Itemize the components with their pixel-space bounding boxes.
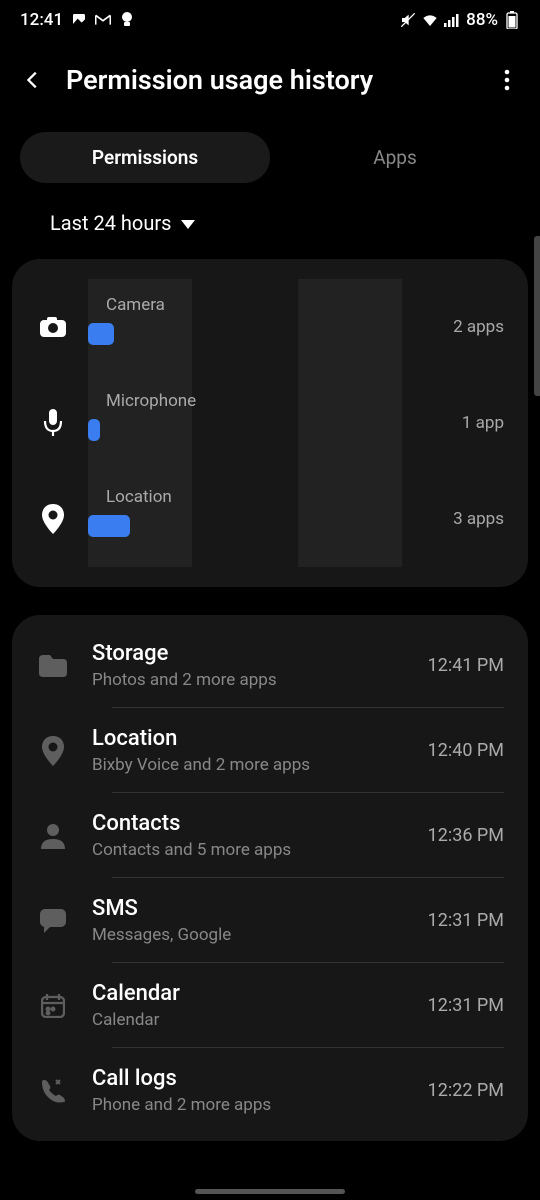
tabs: Permissions Apps	[0, 114, 540, 193]
gmail-icon	[95, 12, 111, 28]
chat-icon	[36, 909, 70, 933]
history-title: Contacts	[92, 811, 406, 836]
image-icon	[71, 12, 87, 28]
tab-apps[interactable]: Apps	[270, 132, 520, 183]
history-item-call-logs[interactable]: Call logs Phone and 2 more apps 12:22 PM	[12, 1048, 528, 1133]
time-filter-dropdown[interactable]: Last 24 hours	[0, 193, 540, 247]
scrollbar[interactable]	[534, 236, 540, 396]
history-title: Calendar	[92, 981, 406, 1006]
filter-label: Last 24 hours	[50, 211, 171, 235]
mute-icon	[400, 12, 416, 28]
history-sub: Phone and 2 more apps	[92, 1095, 406, 1115]
history-sub: Contacts and 5 more apps	[92, 840, 406, 860]
history-time: 12:31 PM	[428, 910, 504, 931]
battery-icon	[504, 12, 520, 28]
history-sub: Calendar	[92, 1010, 406, 1030]
header: Permission usage history	[0, 40, 540, 114]
chart-row-microphone[interactable]: Microphone 1 app	[36, 375, 504, 471]
history-time: 12:36 PM	[428, 825, 504, 846]
chart-count: 2 apps	[434, 317, 504, 337]
camera-icon	[36, 317, 70, 337]
page-title: Permission usage history	[66, 64, 474, 96]
chart-bar	[88, 323, 114, 345]
lightbulb-icon	[119, 12, 135, 28]
history-title: Storage	[92, 641, 406, 666]
tab-permissions[interactable]: Permissions	[20, 132, 270, 183]
history-item-calendar[interactable]: Calendar Calendar 12:31 PM	[12, 963, 528, 1048]
history-title: Location	[92, 726, 406, 751]
history-item-location[interactable]: Location Bixby Voice and 2 more apps 12:…	[12, 708, 528, 793]
history-time: 12:22 PM	[428, 1080, 504, 1101]
status-time: 12:41	[20, 10, 63, 30]
folder-icon	[36, 655, 70, 677]
history-title: Call logs	[92, 1066, 406, 1091]
chart-count: 1 app	[434, 413, 504, 433]
history-time: 12:40 PM	[428, 740, 504, 761]
wifi-icon	[422, 12, 438, 28]
history-sub: Photos and 2 more apps	[92, 670, 406, 690]
calendar-icon	[36, 994, 70, 1018]
history-sub: Messages, Google	[92, 925, 406, 945]
location-pin-icon	[36, 504, 70, 534]
status-bar: 12:41 88%	[0, 0, 540, 40]
chart-label: Microphone	[106, 391, 196, 411]
phone-log-icon	[36, 1078, 70, 1104]
history-item-contacts[interactable]: Contacts Contacts and 5 more apps 12:36 …	[12, 793, 528, 878]
chart-label: Camera	[106, 295, 165, 315]
chart-row-camera[interactable]: Camera 2 apps	[36, 279, 504, 375]
gesture-bar[interactable]	[195, 1189, 345, 1194]
usage-chart-card: Camera 2 apps Microphone 1 app Location …	[12, 259, 528, 587]
microphone-icon	[36, 409, 70, 437]
history-item-storage[interactable]: Storage Photos and 2 more apps 12:41 PM	[12, 623, 528, 708]
history-sub: Bixby Voice and 2 more apps	[92, 755, 406, 775]
chart-bar	[88, 515, 130, 537]
back-button[interactable]	[18, 65, 48, 95]
chart-bar	[88, 419, 100, 441]
more-options-button[interactable]	[492, 65, 522, 95]
history-list: Storage Photos and 2 more apps 12:41 PM …	[12, 615, 528, 1141]
history-title: SMS	[92, 896, 406, 921]
chevron-down-icon	[181, 211, 195, 235]
chart-label: Location	[106, 487, 172, 507]
history-time: 12:31 PM	[428, 995, 504, 1016]
battery-percent: 88%	[466, 10, 498, 30]
person-icon	[36, 823, 70, 849]
history-item-sms[interactable]: SMS Messages, Google 12:31 PM	[12, 878, 528, 963]
signal-icon	[444, 12, 460, 28]
chart-count: 3 apps	[434, 509, 504, 529]
location-pin-icon	[36, 736, 70, 766]
history-time: 12:41 PM	[428, 655, 504, 676]
chart-row-location[interactable]: Location 3 apps	[36, 471, 504, 567]
